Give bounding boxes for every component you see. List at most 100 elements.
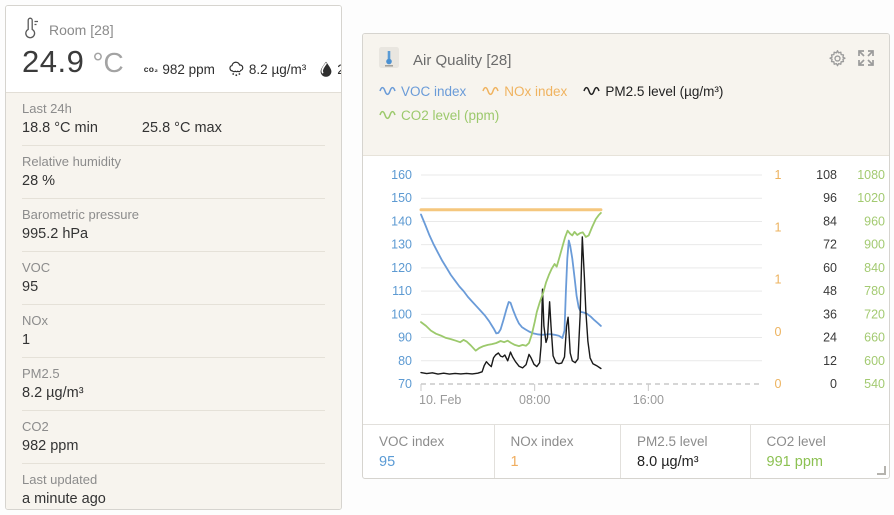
room-stat-value: 28 % (22, 173, 55, 189)
svg-text:780: 780 (864, 284, 885, 298)
room-card-title: Room [28] (49, 22, 114, 38)
legend-label: NOx index (504, 84, 567, 99)
room-stat-label: NOx (22, 313, 325, 328)
svg-text:16:00: 16:00 (633, 393, 664, 407)
room-card-header: Room [28] 24.9 °C co₂982 ppm8.2 µg/m³28 … (6, 6, 341, 92)
current-reading-cell: NOx index1 (494, 425, 621, 478)
legend-item[interactable]: NOx index (482, 84, 567, 99)
legend-label: PM2.5 level (µg/m³) (605, 84, 723, 99)
room-stat-row: Last 24h 18.8 °C min25.8 °C max (22, 93, 325, 145)
legend-label: CO2 level (ppm) (401, 108, 499, 123)
room-stat-label: Last updated (22, 472, 325, 487)
room-stat-label: PM2.5 (22, 366, 325, 381)
series-line-icon (379, 108, 396, 123)
svg-text:660: 660 (864, 331, 885, 345)
svg-text:100: 100 (391, 307, 412, 321)
svg-text:96: 96 (823, 191, 837, 205)
room-stat-values: 95 (22, 279, 325, 295)
header-metric-value: 28 % (337, 62, 342, 77)
svg-text:08:00: 08:00 (519, 393, 550, 407)
svg-text:110: 110 (392, 284, 412, 298)
svg-text:720: 720 (864, 307, 885, 321)
svg-text:10. Feb: 10. Feb (419, 393, 461, 407)
svg-text:150: 150 (391, 191, 412, 205)
svg-text:960: 960 (864, 214, 885, 228)
reading-label: PM2.5 level (637, 434, 750, 449)
legend-item[interactable]: VOC index (379, 84, 466, 99)
room-stat-values: 8.2 µg/m³ (22, 385, 325, 401)
svg-text:72: 72 (823, 238, 837, 252)
room-stat-row: Last updated a minute ago (22, 463, 325, 510)
svg-text:1: 1 (775, 273, 782, 287)
room-stat-values: 995.2 hPa (22, 226, 325, 242)
current-readings-bar: VOC index95NOx index1PM2.5 level8.0 µg/m… (363, 424, 889, 478)
svg-text:0: 0 (830, 377, 837, 391)
room-stat-value: a minute ago (22, 491, 106, 507)
svg-text:0: 0 (775, 377, 782, 391)
room-stat-value: 25.8 °C max (142, 120, 222, 136)
series-line-icon (482, 84, 499, 99)
svg-text:60: 60 (823, 261, 837, 275)
svg-text:108: 108 (816, 168, 837, 182)
room-stat-label: Last 24h (22, 101, 325, 116)
temperature-value: 24.9 (22, 44, 84, 80)
room-stat-label: VOC (22, 260, 325, 275)
header-metric-value: 8.2 µg/m³ (249, 62, 306, 77)
svg-text:1: 1 (775, 220, 782, 234)
expand-fullscreen-icon[interactable] (857, 49, 875, 72)
svg-text:24: 24 (823, 331, 837, 345)
room-stats-list: Last 24h 18.8 °C min25.8 °C max Relative h… (6, 92, 341, 510)
chart-legend-row-2: CO2 level (ppm) (379, 108, 875, 123)
svg-text:160: 160 (391, 168, 412, 182)
svg-text:130: 130 (391, 238, 412, 252)
current-reading-cell: PM2.5 level 8.0 µg/m³ (620, 425, 750, 478)
room-stat-row: Relative humidity 28 % (22, 145, 325, 198)
svg-text:540: 540 (864, 377, 885, 391)
legend-label: VOC index (401, 84, 466, 99)
series-line-icon (379, 84, 396, 99)
header-metric: 8.2 µg/m³ (228, 61, 306, 77)
room-stat-values: 982 ppm (22, 438, 325, 454)
series-line-icon (583, 84, 600, 99)
room-stat-values: a minute ago (22, 491, 325, 507)
resize-handle[interactable] (877, 466, 886, 475)
air-quality-title: Air Quality [28] (413, 52, 816, 69)
room-stat-row: Barometric pressure995.2 hPa (22, 198, 325, 251)
air-quality-header: Air Quality [28] (363, 34, 889, 155)
room-stat-row: VOC 95 (22, 251, 325, 304)
header-metric: 28 % (319, 61, 342, 77)
room-stat-value: 95 (22, 279, 38, 295)
reading-value: 1 (511, 454, 621, 470)
svg-text:0: 0 (775, 325, 782, 339)
svg-text:84: 84 (823, 214, 837, 228)
room-stat-label: Relative humidity (22, 154, 325, 169)
svg-text:36: 36 (823, 307, 837, 321)
room-stat-value: 1 (22, 332, 30, 348)
room-stat-value: 995.2 hPa (22, 226, 88, 242)
inline-metrics: co₂982 ppm8.2 µg/m³28 % (144, 61, 342, 77)
reading-value: 8.0 µg/m³ (637, 454, 750, 470)
room-stat-row: NOx 1 (22, 304, 325, 357)
current-reading-cell: CO2 level991 ppm (750, 425, 889, 478)
svg-text:600: 600 (864, 354, 885, 368)
co2-icon: co₂ (144, 64, 159, 74)
legend-item[interactable]: PM2.5 level (µg/m³) (583, 84, 723, 99)
room-sensor-card: Room [28] 24.9 °C co₂ 982 ppm 8.2 µg/m³ 28 … (5, 5, 342, 510)
temperature-unit: °C (92, 47, 123, 79)
room-stat-value: 8.2 µg/m³ (22, 385, 84, 401)
gear-icon[interactable] (828, 49, 847, 73)
air-quality-card: Air Quality [28] (362, 33, 890, 479)
room-stat-label: CO2 (22, 419, 325, 434)
room-stat-row: PM2.5 8.2 µg/m³ (22, 357, 325, 410)
legend-item[interactable]: CO2 level (ppm) (379, 108, 499, 123)
room-stat-values: 18.8 °C min25.8 °C max (22, 120, 325, 136)
svg-text:70: 70 (398, 377, 412, 391)
reading-value: 991 ppm (767, 454, 889, 470)
reading-label: VOC index (379, 434, 494, 449)
svg-text:1: 1 (775, 168, 782, 182)
thermometer-outline-icon (22, 17, 39, 42)
svg-text:12: 12 (823, 354, 837, 368)
air-quality-chart: 1601501401301201101009080701110010896847… (363, 155, 889, 424)
svg-text:140: 140 (391, 214, 412, 228)
humidity-drop-icon (319, 61, 333, 77)
